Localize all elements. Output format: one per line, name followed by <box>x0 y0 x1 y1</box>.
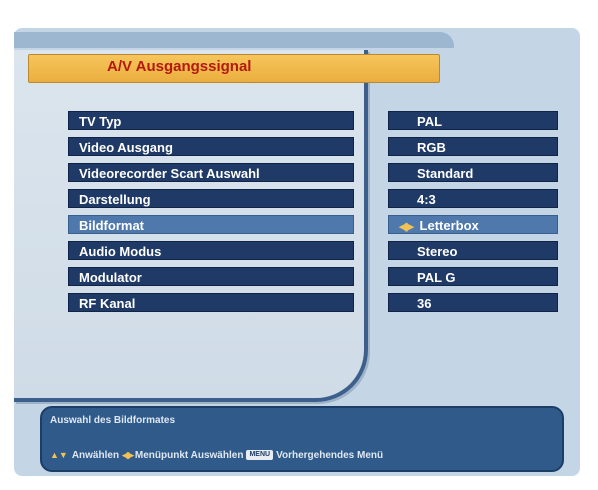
menu-item-tv-typ[interactable]: TV Typ <box>68 111 354 130</box>
value-video-ausgang[interactable]: RGB <box>388 137 558 156</box>
menu-item-videorecorder-scart-auswahl[interactable]: Videorecorder Scart Auswahl <box>68 163 354 182</box>
menu-key-icon: MENU <box>246 450 274 461</box>
tv-screen: A/V Ausgangssignal TV Typ Video Ausgang … <box>6 6 590 482</box>
value-text: Stereo <box>417 244 458 259</box>
menu-item-label: Bildformat <box>79 218 144 233</box>
title-bar: A/V Ausgangssignal <box>28 54 440 83</box>
help-panel: Auswahl des Bildformates ▲▼ Anwählen ◀▶ Men… <box>40 406 564 472</box>
value-text: PAL <box>417 114 443 129</box>
value-modulator[interactable]: PAL G <box>388 267 558 286</box>
value-bildformat[interactable]: ◀▶ Letterbox <box>388 215 558 234</box>
menu-item-label: TV Typ <box>79 114 122 129</box>
left-right-arrows-icon: ◀▶ <box>399 221 414 233</box>
up-down-arrows-icon: ▲▼ <box>50 450 68 460</box>
menu-item-label: Darstellung <box>79 192 151 207</box>
menu-item-modulator[interactable]: Modulator <box>68 267 354 286</box>
menu-item-label: Videorecorder Scart Auswahl <box>79 166 260 181</box>
value-text: Standard <box>417 166 474 181</box>
menu-item-audio-modus[interactable]: Audio Modus <box>68 241 354 260</box>
menu-item-label: RF Kanal <box>79 296 136 311</box>
value-darstellung[interactable]: 4:3 <box>388 189 558 208</box>
value-text: 4:3 <box>417 192 436 207</box>
menu-item-label: Modulator <box>79 270 142 285</box>
value-text: Letterbox <box>419 218 479 233</box>
value-text: RGB <box>417 140 446 155</box>
value-text: 36 <box>417 296 432 311</box>
help-title: Auswahl des Bildformates <box>50 415 176 426</box>
value-videorecorder-scart-auswahl[interactable]: Standard <box>388 163 558 182</box>
help-select-label: Anwählen <box>71 450 120 461</box>
value-audio-modus[interactable]: Stereo <box>388 241 558 260</box>
page-title: A/V Ausgangssignal <box>107 58 252 75</box>
header-band <box>14 32 454 48</box>
menu-item-bildformat[interactable]: Bildformat <box>68 215 354 234</box>
help-change-label: Menüpunkt Auswählen <box>134 450 244 461</box>
menu-item-rf-kanal[interactable]: RF Kanal <box>68 293 354 312</box>
help-back-label: Vorhergehendes Menü <box>276 450 384 461</box>
menu-item-darstellung[interactable]: Darstellung <box>68 189 354 208</box>
help-hint-line: ▲▼ Anwählen ◀▶ Menüpunkt Auswählen MENU Vorhe… <box>50 450 383 461</box>
value-rf-kanal[interactable]: 36 <box>388 293 558 312</box>
menu-item-label: Video Ausgang <box>79 140 173 155</box>
value-tv-typ[interactable]: PAL <box>388 111 558 130</box>
left-right-arrows-icon: ◀▶ <box>122 450 134 460</box>
menu-item-label: Audio Modus <box>79 244 162 259</box>
menu-item-video-ausgang[interactable]: Video Ausgang <box>68 137 354 156</box>
value-text: PAL G <box>417 270 456 285</box>
